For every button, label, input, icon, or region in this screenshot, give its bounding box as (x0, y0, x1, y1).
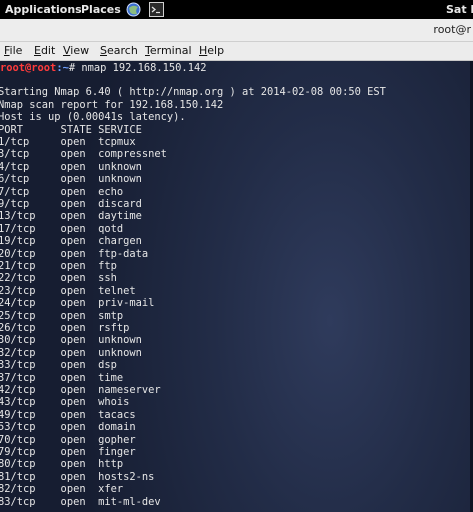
output-line: 23/tcp open telnet (0, 284, 136, 297)
output-line: Nmap scan report for 192.168.150.142 (0, 98, 224, 111)
output-line: 19/tcp open chargen (0, 235, 142, 248)
prompt-user: root@root (0, 62, 57, 74)
top-panel: Applications Places Sat F (0, 0, 473, 19)
output-line: 21/tcp open ftp (0, 260, 117, 272)
terminal-launcher-icon[interactable] (149, 2, 164, 17)
output-line: 17/tcp open qotd (0, 222, 124, 235)
output-line: 83/tcp open mit-ml-dev (0, 495, 161, 508)
output-line: PORT STATE SERVICE (0, 123, 142, 136)
output-line: 43/tcp open whois (0, 396, 130, 409)
prompt-symbol: # (68, 62, 82, 74)
menu-file[interactable]: File (4, 44, 22, 57)
output-line: 70/tcp open gopher (0, 433, 136, 446)
window-title: root@r (433, 23, 471, 36)
output-line: 7/tcp open echo (0, 185, 124, 198)
output-line: 33/tcp open dsp (0, 359, 117, 372)
browser-icon[interactable] (126, 2, 141, 17)
output-line: 22/tcp open ssh (0, 272, 117, 285)
output-line: 49/tcp open tacacs (0, 408, 136, 421)
output-line: 53/tcp open domain (0, 421, 136, 434)
menu-view[interactable]: View (63, 44, 89, 57)
output-line: 42/tcp open nameserver (0, 384, 161, 396)
output-line: 81/tcp open hosts2-ns (0, 470, 155, 483)
output-line: 37/tcp open time (0, 371, 124, 384)
output-line: 20/tcp open ftp-data (0, 247, 149, 260)
window-titlebar[interactable]: root@r (0, 19, 473, 42)
output-line: 4/tcp open unknown (0, 160, 142, 173)
places-menu[interactable]: Places (81, 3, 121, 16)
menu-terminal[interactable]: Terminal (145, 44, 192, 57)
clock[interactable]: Sat F (446, 3, 473, 16)
output-line: 6/tcp open unknown (0, 173, 142, 186)
output-line: Starting Nmap 6.40 ( http://nmap.org ) a… (0, 86, 386, 99)
output-line: 25/tcp open smtp (0, 309, 124, 322)
output-line: 24/tcp open priv-mail (0, 297, 155, 310)
output-line: 1/tcp open tcpmux (0, 136, 136, 148)
terminal-output[interactable]: root@root:~# nmap 192.168.150.142 Starti… (0, 61, 473, 512)
output-line: 79/tcp open finger (0, 446, 136, 458)
output-line: 82/tcp open xfer (0, 483, 124, 496)
output-line: 32/tcp open unknown (0, 346, 142, 359)
output-line: 80/tcp open http (0, 458, 124, 471)
prompt-path: :~ (56, 62, 69, 74)
output-line: 30/tcp open unknown (0, 334, 142, 347)
output-line: Host is up (0.00041s latency). (0, 111, 186, 124)
menu-help[interactable]: Help (199, 44, 224, 57)
output-line: 3/tcp open compressnet (0, 148, 167, 161)
output-line: 26/tcp open rsftp (0, 322, 130, 334)
output-line: 9/tcp open discard (0, 198, 142, 210)
menu-bar: File Edit View Search Terminal Help (0, 42, 473, 61)
applications-menu[interactable]: Applications (5, 3, 82, 16)
prompt-line: root@root:~# nmap 192.168.150.142 (0, 62, 206, 74)
menu-edit[interactable]: Edit (34, 44, 55, 57)
menu-search[interactable]: Search (100, 44, 138, 57)
command-text: nmap 192.168.150.142 (81, 62, 207, 74)
output-line: 13/tcp open daytime (0, 210, 142, 223)
